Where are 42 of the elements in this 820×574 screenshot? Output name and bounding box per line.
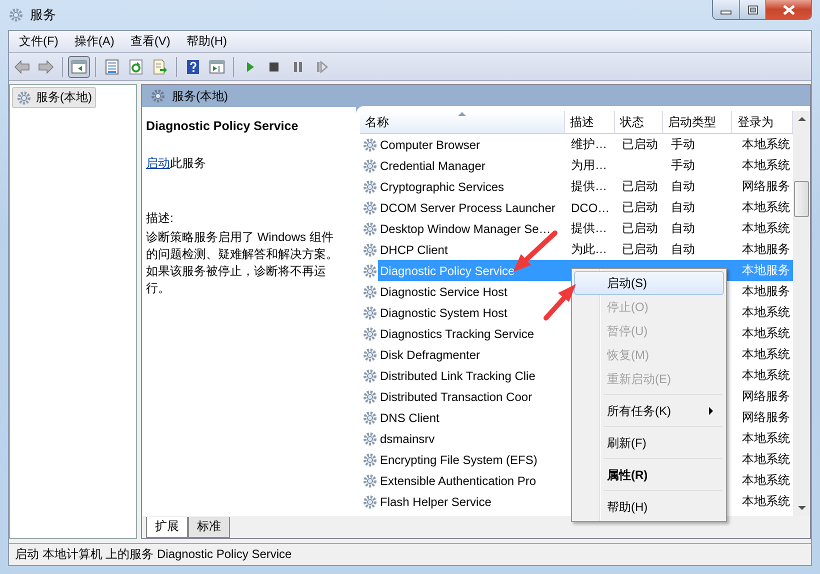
table-cell-text: 自动 (670, 220, 696, 237)
window-title: 服务 (30, 6, 56, 24)
table-cell-text: 本地系统 (741, 325, 791, 342)
table-cell-text: 已启动 (621, 220, 659, 237)
table-cell-text: 本地系统 (741, 367, 791, 384)
table-cell-text: 本地系统 (741, 451, 791, 468)
table-cell-text: 手动 (670, 136, 696, 153)
table-cell-text: 手动 (670, 157, 696, 174)
table-cell-text: 本地系统 (741, 346, 791, 363)
table-cell-text: 本地系统 (741, 157, 791, 174)
description-text: 诊断策略服务启用了 Windows 组件的问题检测、疑难解答和解决方案。如果该服务被停止，诊断将不再运行。 (146, 229, 339, 297)
table-cell-text: 自动 (670, 178, 696, 195)
table-cell-text: 本地服务 (741, 262, 791, 279)
start-service-text: 启动此服务 (146, 155, 207, 172)
table-cell-text: 本地服务 (741, 241, 791, 258)
table-cell-text: DCO… (570, 200, 611, 214)
table-cell-text: 已启动 (621, 241, 659, 258)
table-cell-text: 网络服务 (741, 178, 791, 195)
table-cell-text: 本地系统 (741, 220, 791, 237)
table-cell-text: 本地系统 (741, 304, 791, 321)
service-title: Diagnostic Policy Service (146, 119, 300, 133)
table-cell-text: 本地系统 (741, 136, 791, 153)
table-cell-text: 网络服务 (741, 388, 791, 405)
table-cell-text: 已启动 (621, 136, 659, 153)
status-bar: 启动 本地计算机 上的服务 Diagnostic Policy Service (9, 543, 811, 565)
table-cell-text: 本地服务 (741, 283, 791, 300)
table-cell-text: 已启动 (621, 178, 659, 195)
pane-header: 服务(本地) (142, 85, 810, 107)
table-cell-text: 本地系统 (741, 472, 791, 489)
description-label: 描述: (146, 210, 174, 227)
table-cell-text: 本地系统 (741, 430, 791, 447)
table-cell-text: 自动 (670, 199, 696, 216)
table-cell-text: 为此… (570, 241, 608, 258)
table-cell-text: 提供… (570, 220, 608, 237)
table-cell-text: 提供… (570, 178, 608, 195)
table-cell-text: 网络服务 (741, 409, 791, 426)
table-cell-text: 本地系统 (741, 199, 791, 216)
table-cell-text: 为用… (570, 157, 608, 174)
table-cell-text: 已启动 (621, 199, 659, 216)
table-cell-text: 维护… (570, 136, 608, 153)
table-cell-text: 本地系统 (741, 493, 791, 510)
table-cell-text: 自动 (670, 241, 696, 258)
